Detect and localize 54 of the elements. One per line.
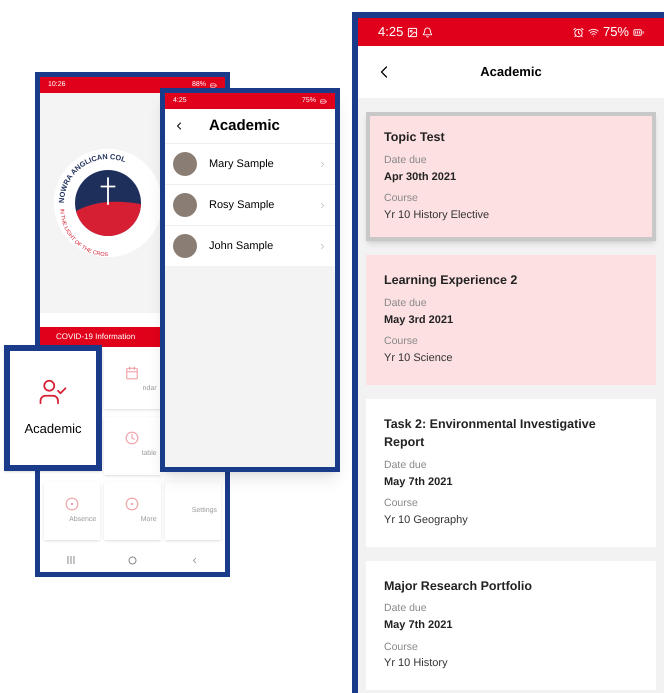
field-label: Date due — [384, 601, 428, 616]
due-date: May 7th 2021 — [384, 474, 454, 490]
student-row[interactable]: John Sample — [165, 225, 335, 266]
student-row[interactable]: Rosy Sample — [165, 184, 335, 225]
course-name: Yr 10 History — [384, 656, 449, 672]
task-card[interactable]: Major Research Portfolio Date due May 7th 2021 Course Yr 10 History — [366, 560, 656, 690]
bell-icon — [422, 26, 434, 38]
field-label: Course — [384, 640, 419, 654]
field-label: Course — [384, 334, 419, 350]
recent-apps-icon — [66, 556, 74, 564]
field-label: Course — [384, 496, 419, 512]
task-title: Task 2: Environmental Investigative Report — [384, 416, 597, 452]
home-icon — [128, 556, 136, 564]
student-name: Mary Sample — [209, 156, 275, 172]
avatar — [173, 152, 197, 176]
avatar — [173, 234, 197, 258]
due-date: Apr 30th 2021 — [384, 170, 458, 184]
course-name: Yr 10 Science — [384, 351, 454, 366]
student-name: Rosy Sample — [209, 198, 276, 213]
task-title: Topic Test — [384, 129, 446, 146]
task-title: Major Research Portfolio — [384, 578, 533, 595]
clock-icon — [125, 431, 140, 446]
chevron-icon — [318, 242, 327, 250]
battery-icon — [633, 26, 644, 38]
circle-icon — [125, 497, 140, 512]
field-label: Date due — [384, 296, 428, 311]
student-row[interactable]: Mary Sample — [165, 143, 335, 184]
wifi-icon — [588, 26, 599, 38]
course-name: Yr 10 Geography — [384, 513, 469, 528]
chevron-icon — [318, 200, 327, 210]
student-name: John Sample — [209, 238, 274, 254]
screen-title: Academic — [480, 63, 542, 82]
battery-icon — [320, 98, 327, 104]
course-name: Yr 10 History Elective — [384, 208, 490, 223]
task-title: Learning Experience 2 — [384, 272, 518, 290]
callout-card[interactable]: Academic — [4, 345, 102, 471]
due-date: May 3rd 2021 — [384, 312, 454, 328]
task-card[interactable]: Learning Experience 2 Date due May 3rd 2021 Course Yr 10 Science — [366, 255, 656, 384]
field-label: Date due — [384, 152, 428, 168]
image-icon — [407, 26, 418, 38]
alarm-icon — [572, 26, 584, 38]
chevron-icon — [318, 160, 327, 168]
field-label: Date due — [384, 458, 428, 473]
screen-title: Academic — [209, 116, 280, 136]
circle-icon — [65, 497, 80, 512]
status-time: 4:25 — [378, 23, 404, 42]
due-date: May 7th 2021 — [384, 618, 454, 633]
battery-percent: 75% — [602, 23, 629, 42]
calendar-icon — [125, 366, 140, 380]
callout-label: Academic — [24, 420, 82, 438]
avatar — [173, 193, 197, 217]
task-card[interactable]: Task 2: Environmental Investigative Report Date due May 7th 2021 Course Yr 10 Geography — [366, 398, 656, 546]
field-label: Course — [384, 191, 419, 206]
task-card[interactable]: Topic Test Date due Apr 30th 2021 Course Yr 10 History Elective — [366, 112, 656, 242]
